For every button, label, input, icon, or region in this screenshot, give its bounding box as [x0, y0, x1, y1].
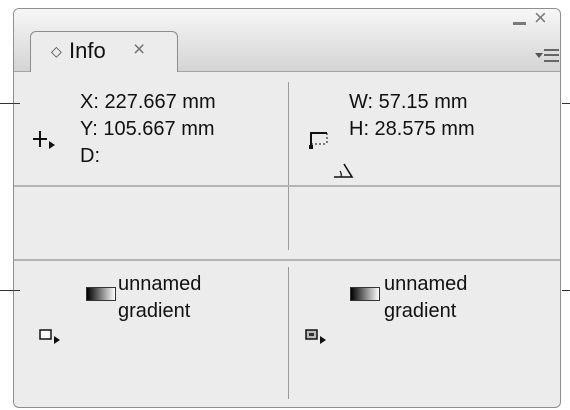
bounding-box-icon [309, 132, 328, 149]
position-readout: X: 227.667 mm Y: 105.667 mm D: [80, 89, 216, 170]
y-value: Y: 105.667 mm [80, 118, 215, 140]
guide-tick-left-bottom [0, 290, 20, 291]
fill-readout: unnamed gradient [118, 271, 201, 325]
guide-tick-right-top [562, 103, 570, 104]
divider-vertical-top [288, 82, 289, 250]
w-value: W: 57.15 mm [349, 91, 468, 113]
angle-icon [334, 163, 354, 178]
panel-menu-icon[interactable] [530, 45, 560, 67]
fill-icon [39, 329, 60, 344]
stroke-readout: unnamed gradient [384, 271, 467, 325]
fill-name-line1: unnamed [118, 273, 202, 295]
divider-horizontal-1 [14, 185, 560, 187]
stroke-name-line2: gradient [384, 300, 457, 322]
divider-horizontal-2 [14, 259, 560, 261]
h-value: H: 28.575 mm [349, 118, 475, 140]
stroke-icon [305, 329, 326, 344]
minimize-icon[interactable] [510, 13, 530, 27]
divider-vertical-bottom [288, 267, 289, 399]
tab-chevron-icon[interactable]: ◇ [51, 43, 62, 60]
info-panel: ◇ Info × × X: 227.667 mm Y: 105.667 mm D… [13, 8, 561, 408]
guide-tick-left-top [0, 103, 20, 104]
stroke-gradient-swatch [350, 287, 380, 301]
fill-name-line2: gradient [118, 300, 191, 322]
tab-info[interactable]: ◇ Info × [30, 31, 178, 72]
crosshair-icon [33, 131, 55, 149]
x-value: X: 227.667 mm [80, 91, 216, 113]
stroke-name-line1: unnamed [384, 273, 468, 295]
guide-tick-right-bottom [562, 290, 570, 291]
d-value: D: [80, 145, 100, 167]
tab-close-icon[interactable]: × [133, 38, 145, 62]
fill-gradient-swatch [86, 287, 116, 301]
size-readout: W: 57.15 mm H: 28.575 mm [349, 89, 475, 143]
window-close-icon[interactable]: × [534, 9, 547, 31]
tab-info-label: Info [69, 38, 106, 63]
panel-tab-bar: ◇ Info × × [14, 9, 560, 72]
